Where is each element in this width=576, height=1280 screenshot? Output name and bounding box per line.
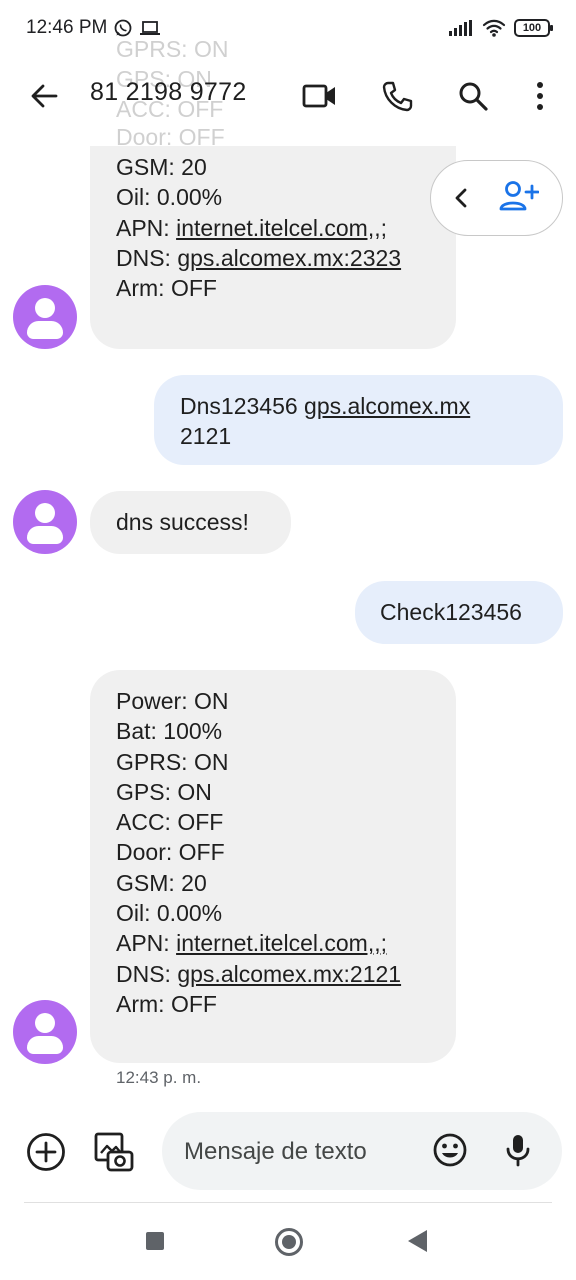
image-camera-icon [94, 1132, 134, 1172]
message-line: ACC: OFF [116, 809, 224, 836]
wifi-icon [482, 18, 506, 38]
add-contact-pill[interactable] [430, 160, 563, 236]
whatsapp-icon [113, 18, 133, 38]
apn-link[interactable]: internet.itelcel.com,,; [176, 930, 387, 956]
add-attachment-button[interactable] [24, 1130, 68, 1174]
status-right: 100 [448, 18, 553, 38]
add-contact-button[interactable] [499, 179, 540, 220]
status-time: 12:46 PM [26, 17, 108, 38]
contact-title[interactable]: 81 2198 9772 [90, 78, 247, 107]
compose-bar: Mensaje de texto [0, 1100, 576, 1204]
arrow-back-icon [31, 84, 58, 108]
message-line: Oil: 0.00% [116, 900, 223, 927]
gallery-button[interactable] [92, 1130, 136, 1174]
message-label: APN: [116, 214, 177, 241]
more-vertical-icon [537, 82, 543, 110]
outgoing-message-bubble[interactable]: Dns123456 gps.alcomex.mx 2121 [154, 375, 563, 465]
message-line: GPRS: ON [116, 748, 229, 775]
phone-icon [382, 81, 413, 112]
message-text: 2121 [180, 423, 232, 450]
message-label: APN: [116, 930, 177, 957]
message-input-placeholder: Mensaje de texto [184, 1138, 367, 1165]
search-icon [459, 82, 488, 111]
laptop-icon [139, 19, 161, 37]
message-text: Check123456 [380, 599, 522, 625]
home-button[interactable] [275, 1228, 303, 1256]
dns-link[interactable]: gps.alcomex.mx:2121 [177, 961, 401, 987]
dns-link[interactable]: gps.alcomex.mx:2323 [177, 245, 401, 271]
search-button[interactable] [453, 76, 493, 116]
emoji-button[interactable] [430, 1130, 470, 1170]
message-label: DNS: [116, 244, 178, 271]
message-line: Door: OFF [116, 839, 225, 866]
chevron-left-icon [455, 188, 467, 208]
person-add-icon [499, 181, 540, 211]
message-text: dns success! [116, 509, 249, 535]
collapse-button[interactable] [449, 183, 473, 218]
message-input[interactable]: Mensaje de texto [162, 1112, 562, 1190]
message-label: DNS: [116, 960, 178, 987]
incoming-message-bubble[interactable]: GSM: 20 Oil: 0.00% APN: internet.itelcel… [90, 146, 456, 349]
video-camera-icon [302, 84, 335, 108]
recents-button[interactable] [146, 1232, 164, 1250]
back-button[interactable] [26, 78, 62, 114]
message-line: Bat: 100% [116, 718, 223, 745]
message-line: GSM: 20 [116, 154, 207, 180]
status-left: 12:46 PM [26, 17, 161, 39]
message-timestamp: 12:43 p. m. [116, 1068, 202, 1087]
battery-indicator: 100 [514, 19, 553, 37]
apn-link[interactable]: internet.itelcel.com,,; [176, 215, 387, 241]
voice-message-button[interactable] [498, 1130, 538, 1170]
contact-avatar[interactable] [13, 285, 77, 349]
message-line: GPS: ON [116, 778, 212, 805]
status-bar: 12:46 PM 100 [0, 0, 576, 56]
system-back-button[interactable] [408, 1230, 427, 1252]
message-text: Dns123456 [180, 393, 305, 419]
outgoing-message-bubble[interactable]: Check123456 [355, 581, 563, 644]
emoji-icon [433, 1133, 467, 1167]
voice-call-button[interactable] [377, 76, 417, 116]
divider [24, 1202, 552, 1203]
add-circle-icon [27, 1133, 65, 1171]
incoming-message-bubble[interactable]: Power: ON Bat: 100% GPRS: ON GPS: ON ACC… [90, 670, 456, 1063]
message-line: Arm: OFF [116, 990, 217, 1017]
microphone-icon [506, 1135, 530, 1167]
video-call-button[interactable] [300, 76, 340, 116]
message-line: Oil: 0.00% [116, 184, 223, 211]
message-line: GSM: 20 [116, 869, 207, 896]
contact-avatar[interactable] [13, 1000, 77, 1064]
message-line: Arm: OFF [116, 275, 217, 302]
contact-avatar[interactable] [13, 490, 77, 554]
system-navigation-bar [0, 1204, 576, 1280]
conversation-toolbar: 81 2198 9772 [0, 56, 576, 136]
dns-link[interactable]: gps.alcomex.mx [304, 393, 470, 419]
more-options-button[interactable] [520, 76, 560, 116]
incoming-message-bubble[interactable]: dns success! [90, 491, 291, 554]
message-line: Power: ON [116, 688, 229, 714]
signal-icon [448, 19, 474, 37]
